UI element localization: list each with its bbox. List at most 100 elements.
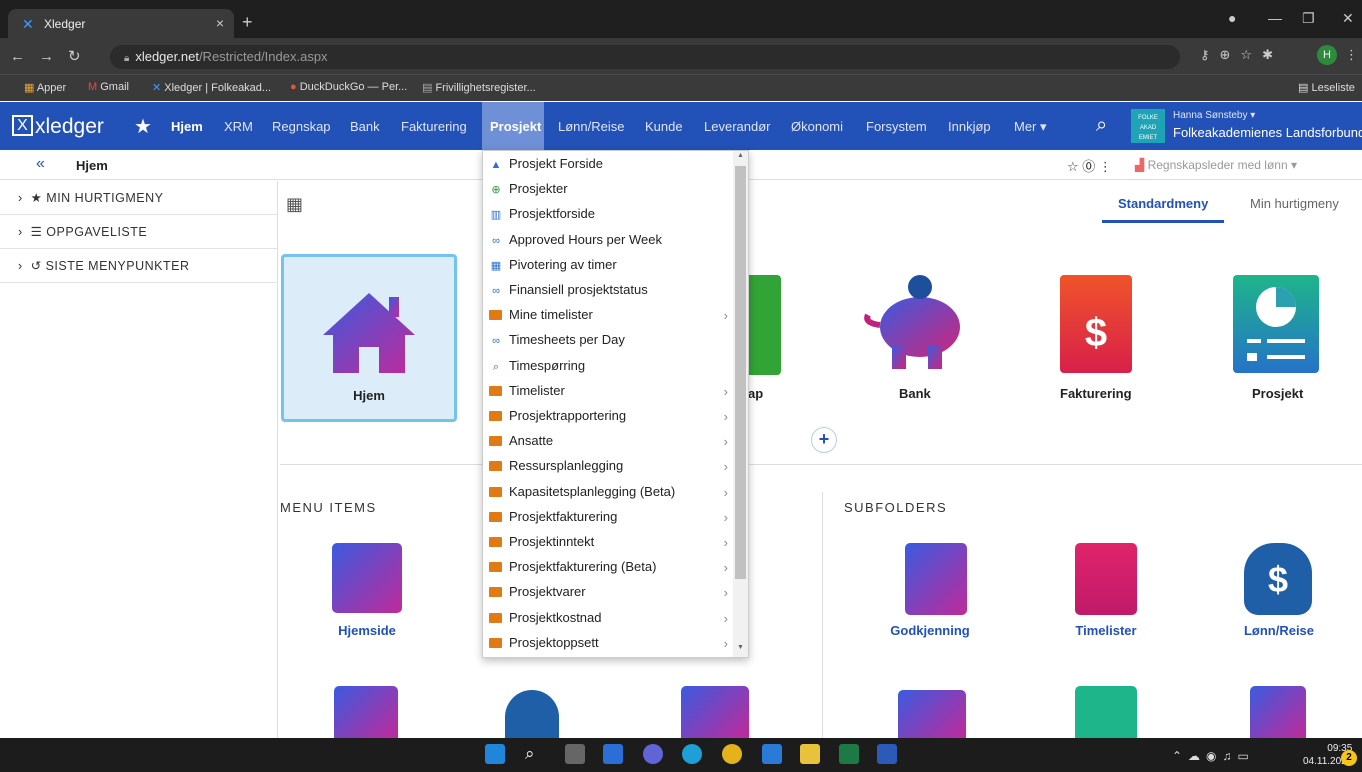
- partial-search-icon[interactable]: [681, 686, 749, 738]
- bookmark-xledger[interactable]: ✕ Xledger | Folkeakad...: [152, 81, 271, 94]
- nav-regnskap[interactable]: Regnskap: [272, 119, 331, 134]
- dropdown-item[interactable]: Ressursplanlegging ›: [489, 458, 734, 483]
- dropdown-item[interactable]: Prosjektoppsett ›: [489, 635, 734, 660]
- bookmark-frivillighet[interactable]: ▤ Frivillighetsregister...: [422, 81, 536, 94]
- piggy-bank-icon[interactable]: [862, 275, 968, 378]
- edge-icon[interactable]: [682, 744, 702, 764]
- dropdown-item[interactable]: ⊕ Prosjekter: [489, 181, 734, 206]
- nav-kunde[interactable]: Kunde: [645, 119, 683, 134]
- breadcrumb-actions[interactable]: ☆ ⓪ ⋮: [1067, 156, 1112, 175]
- nav-xrm[interactable]: XRM: [224, 119, 253, 134]
- profile-avatar[interactable]: H: [1317, 45, 1337, 65]
- nav-prosjekt[interactable]: Prosjekt: [482, 102, 544, 150]
- excel-icon[interactable]: [839, 744, 859, 764]
- word-icon[interactable]: [877, 744, 897, 764]
- calendar-clock-icon[interactable]: [1075, 543, 1137, 615]
- scroll-up-icon[interactable]: ▲: [737, 152, 744, 159]
- nav-mer[interactable]: Mer ▾: [1014, 119, 1047, 135]
- search-icon[interactable]: ⌕: [525, 744, 545, 764]
- dropdown-scroll-thumb[interactable]: [735, 166, 746, 579]
- more-vertical-icon[interactable]: ⋮: [1099, 159, 1112, 174]
- notification-badge[interactable]: 2: [1341, 750, 1357, 766]
- subfolder-lonn-reise[interactable]: Lønn/Reise: [1209, 623, 1349, 638]
- dropdown-item[interactable]: Prosjektvarer ›: [489, 584, 734, 609]
- dropdown-item[interactable]: Prosjektfakturering ›: [489, 509, 734, 534]
- close-window-button[interactable]: ✕: [1342, 10, 1354, 27]
- nav-fakturering[interactable]: Fakturering: [401, 119, 467, 134]
- nav-lonn-reise[interactable]: Lønn/Reise: [558, 119, 624, 134]
- dropdown-item[interactable]: Prosjektinntekt ›: [489, 534, 734, 559]
- file-explorer-icon[interactable]: [800, 744, 820, 764]
- partial-calendar-icon[interactable]: [1075, 686, 1137, 738]
- dropdown-item[interactable]: Kapasitetsplanlegging (Beta) ›: [489, 484, 734, 509]
- minimize-button[interactable]: —: [1268, 10, 1282, 26]
- bookmark-apps[interactable]: ▦ Apper: [24, 81, 66, 94]
- sidebar-item-siste-menypunkter[interactable]: › ↺ SISTE MENYPUNKTER: [0, 249, 278, 283]
- nav-okonomi[interactable]: Økonomi: [791, 119, 843, 134]
- search-icon[interactable]: ⌕: [1096, 114, 1107, 137]
- url-field[interactable]: 🔒︎ xledger.net/Restricted/Index.aspx: [110, 45, 1180, 69]
- dropdown-item[interactable]: Prosjektkostnad ›: [489, 610, 734, 635]
- user-menu[interactable]: Hanna Sønsteby ▾: [1173, 110, 1255, 121]
- menu-item-hjemside[interactable]: Hjemside: [297, 623, 437, 638]
- widgets-icon[interactable]: [603, 744, 623, 764]
- teams-chat-icon[interactable]: [643, 744, 663, 764]
- org-logo[interactable]: FOLKE AKAD EMIET: [1131, 109, 1165, 143]
- partial-chart-icon[interactable]: [1250, 686, 1306, 738]
- tile-hjem[interactable]: Hjem: [281, 254, 457, 422]
- maximize-button[interactable]: ❐: [1302, 10, 1315, 27]
- project-report-icon[interactable]: [1233, 275, 1319, 373]
- dropdown-item[interactable]: Prosjektrapportering ›: [489, 408, 734, 433]
- chrome-icon[interactable]: [722, 744, 742, 764]
- role-selector[interactable]: ▟ Regnskapsleder med lønn ▾: [1135, 158, 1297, 172]
- sidebar-item-min-hurtigmeny[interactable]: › ★ MIN HURTIGMENY: [0, 181, 278, 215]
- browser-tab[interactable]: ✕ Xledger ×: [8, 9, 234, 38]
- dropdown-item[interactable]: ∞ Finansiell prosjektstatus: [489, 282, 734, 307]
- dropdown-item[interactable]: ▲ Prosjekt Forside: [489, 156, 734, 181]
- subfolder-godkjenning[interactable]: Godkjenning: [860, 623, 1000, 638]
- dropdown-item[interactable]: ▥ Prosjektforside: [489, 206, 734, 231]
- profile-dot-icon[interactable]: ●: [1228, 10, 1236, 26]
- sidebar-item-oppgaveliste[interactable]: › ☰ OPPGAVELISTE: [0, 215, 278, 249]
- favorites-star-icon[interactable]: ★: [134, 114, 152, 139]
- nav-bank[interactable]: Bank: [350, 119, 380, 134]
- dropdown-item[interactable]: ∞ Timesheets per Day: [489, 332, 734, 357]
- bookmark-duckduckgo[interactable]: ● DuckDuckGo — Per...: [290, 81, 407, 93]
- dropdown-item[interactable]: Prosjektfakturering (Beta) ›: [489, 559, 734, 584]
- address-bar-icons[interactable]: ⚷⊕☆✱: [1200, 47, 1283, 63]
- invoice-icon[interactable]: $: [1060, 275, 1132, 373]
- star-outline-icon[interactable]: ☆: [1067, 159, 1079, 174]
- nav-leverandor[interactable]: Leverandør: [704, 119, 770, 134]
- task-view-icon[interactable]: [565, 744, 585, 764]
- org-name[interactable]: Folkeakademienes Landsforbund: [1173, 125, 1362, 140]
- dropdown-item[interactable]: ▦ Pivotering av timer: [489, 257, 734, 282]
- partial-plane-icon[interactable]: [898, 690, 966, 738]
- money-bag-icon[interactable]: $: [1244, 543, 1312, 615]
- dropdown-item[interactable]: Timelister ›: [489, 383, 734, 408]
- add-tile-button[interactable]: +: [811, 427, 837, 453]
- dropdown-item[interactable]: ∞ Approved Hours per Week: [489, 232, 734, 257]
- nav-hjem[interactable]: Hjem: [171, 119, 203, 134]
- navigation-arrows-icon[interactable]: ←→↻: [10, 47, 95, 65]
- dropdown-item[interactable]: Ansatte ›: [489, 433, 734, 458]
- browser-menu-icon[interactable]: ⋮: [1345, 47, 1358, 63]
- start-icon[interactable]: [485, 744, 505, 764]
- new-tab-button[interactable]: +: [242, 12, 253, 33]
- reading-list[interactable]: ▤ Leseliste: [1298, 81, 1355, 94]
- dashboard-icon[interactable]: [332, 543, 402, 613]
- dropdown-item[interactable]: ⌕ Timespørring: [489, 358, 734, 383]
- app-grid-icon[interactable]: ▦: [286, 194, 303, 215]
- xledger-logo[interactable]: Xxledger: [12, 115, 104, 139]
- collapse-sidebar-icon[interactable]: «: [36, 155, 45, 173]
- close-tab-icon[interactable]: ×: [216, 15, 224, 31]
- mail-icon[interactable]: [762, 744, 782, 764]
- nav-innkjop[interactable]: Innkjøp: [948, 119, 991, 134]
- system-tray-icons[interactable]: ⌃☁◉♫▭: [1172, 749, 1255, 763]
- scroll-down-icon[interactable]: ▼: [737, 644, 744, 651]
- approval-icon[interactable]: [905, 543, 967, 615]
- nav-forsystem[interactable]: Forsystem: [866, 119, 927, 134]
- subfolder-timelister[interactable]: Timelister: [1036, 623, 1176, 638]
- tab-standardmeny[interactable]: Standardmeny: [1102, 196, 1225, 223]
- help-icon[interactable]: ⓪: [1082, 159, 1095, 174]
- dropdown-item[interactable]: Mine timelister ›: [489, 307, 734, 332]
